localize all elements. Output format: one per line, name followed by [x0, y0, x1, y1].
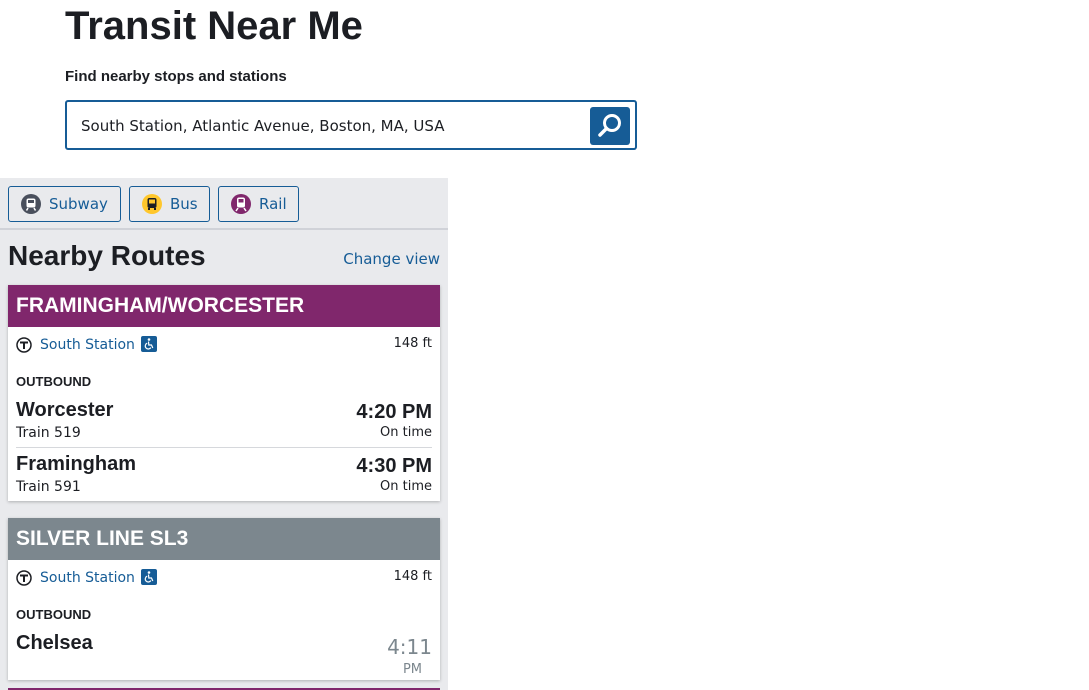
- stop-row: South Station 148 ft: [8, 560, 440, 596]
- bus-icon: [142, 194, 162, 214]
- trip-status: On time: [380, 425, 432, 440]
- accessible-icon: [141, 336, 157, 357]
- search-button[interactable]: [590, 107, 630, 145]
- stop-row: South Station 148 ft: [8, 327, 440, 363]
- search-label: Find nearby stops and stations: [65, 68, 287, 85]
- route-name[interactable]: SILVER LINE SL3: [8, 518, 440, 560]
- trip-row[interactable]: Chelsea 4:11 PM: [16, 627, 432, 680]
- bus-filter-label: Bus: [170, 195, 198, 213]
- trip-train-number: Train 519: [16, 425, 81, 441]
- bus-filter-button[interactable]: Bus: [129, 186, 210, 222]
- trip-scheduled-ampm: PM: [402, 662, 422, 677]
- trip-destination: Worcester: [16, 399, 114, 421]
- trip-destination: Framingham: [16, 453, 137, 475]
- subway-filter-button[interactable]: Subway: [8, 186, 121, 222]
- search-input[interactable]: [79, 102, 583, 150]
- change-view-link[interactable]: Change view: [343, 250, 440, 268]
- direction-label: OUTBOUND: [16, 374, 92, 389]
- search-box: [65, 100, 637, 150]
- subway-filter-label: Subway: [49, 195, 108, 213]
- rail-filter-label: Rail: [259, 195, 287, 213]
- trip-destination: Chelsea: [16, 632, 93, 654]
- stop-distance: 148 ft: [393, 569, 432, 584]
- nearby-routes-title: Nearby Routes: [8, 240, 206, 271]
- page-title: Transit Near Me: [65, 4, 363, 48]
- route-card-silver-line-sl3: SILVER LINE SL3 South Station 148 ft OUT…: [8, 518, 440, 680]
- route-name[interactable]: FRAMINGHAM/WORCESTER: [8, 285, 440, 327]
- trip-row[interactable]: Framingham Train 591 4:30 PM On time: [16, 448, 432, 501]
- search-icon: [598, 114, 621, 137]
- trip-time: 4:30 PM: [356, 455, 432, 477]
- route-card-framingham-worcester: FRAMINGHAM/WORCESTER South Station 148 f…: [8, 285, 440, 501]
- trip-train-number: Train 591: [16, 479, 81, 495]
- rail-filter-button[interactable]: Rail: [218, 186, 299, 222]
- t-logo-icon: [16, 337, 32, 358]
- routes-header: Nearby Routes Change view: [0, 230, 448, 285]
- trip-status: On time: [380, 479, 432, 494]
- page-header: Transit Near Me Find nearby stops and st…: [65, 0, 363, 85]
- t-logo-icon: [16, 570, 32, 591]
- trip-scheduled-time: 4:11: [387, 635, 432, 659]
- mode-filter-bar: Subway Bus Rail: [0, 178, 448, 230]
- trip-row[interactable]: Worcester Train 519 4:20 PM On time: [16, 394, 432, 448]
- stop-name-link[interactable]: South Station: [40, 570, 135, 586]
- stop-name-link[interactable]: South Station: [40, 337, 135, 353]
- trip-time: 4:20 PM: [356, 401, 432, 423]
- stop-distance: 148 ft: [393, 336, 432, 351]
- commuter-rail-icon: [231, 194, 251, 214]
- subway-icon: [21, 194, 41, 214]
- direction-label: OUTBOUND: [16, 607, 92, 622]
- nearby-panel: Subway Bus Rail Nearby Routes Change vie…: [0, 178, 448, 690]
- accessible-icon: [141, 569, 157, 590]
